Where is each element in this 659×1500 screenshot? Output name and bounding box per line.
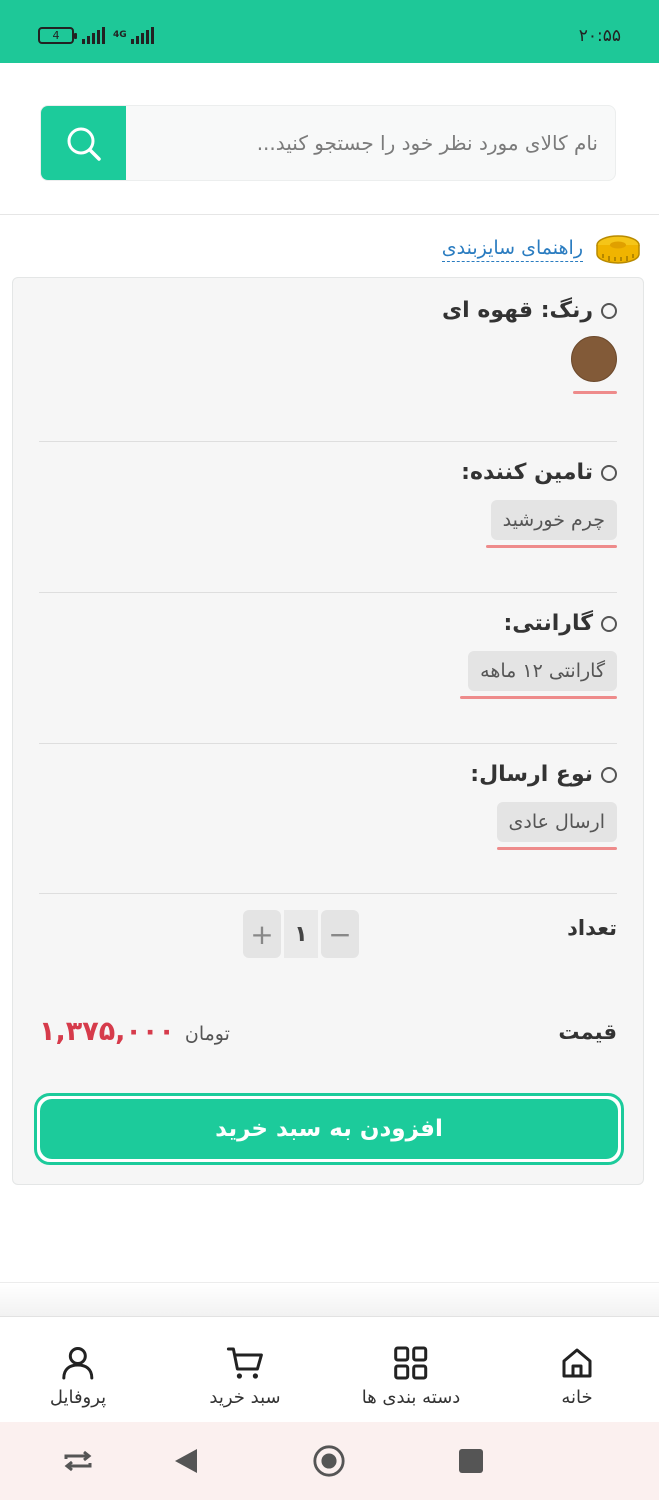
home-icon (562, 1348, 592, 1378)
price-label: قیمت (558, 1020, 617, 1044)
user-icon (62, 1347, 94, 1380)
add-to-cart-label: افزودن به سبد خرید (40, 1099, 618, 1159)
nav-label-categories: دسته بندی ها (361, 1387, 461, 1408)
shipping-selected-indicator (497, 847, 617, 850)
color-option-label: رنگ: قهوه ای (442, 298, 593, 323)
radio-icon (601, 615, 617, 632)
supplier-option-label: تامین کننده: (461, 460, 593, 485)
shipping-option-title: نوع ارسال: (470, 762, 617, 787)
size-guide-link[interactable]: راهنمای سایزبندی (441, 237, 583, 262)
bottom-nav: خانه دسته بندی ها سبد خرید پروفایل (0, 1316, 659, 1422)
measuring-tape-icon (596, 235, 640, 264)
product-options-card: رنگ: قهوه ای تامین کننده: چرم خورشید گار… (12, 277, 644, 1185)
network-type: 4G (113, 29, 127, 40)
quantity-label: تعداد (567, 916, 617, 940)
divider (39, 441, 617, 442)
nav-item-categories[interactable]: دسته بندی ها (361, 1345, 461, 1408)
battery-level: 4 (52, 28, 60, 42)
shipping-chip[interactable]: ارسال عادی (496, 802, 617, 842)
quantity-decrease-button[interactable]: − (321, 910, 359, 958)
radio-icon (601, 302, 617, 319)
warranty-option-title: گارانتی: (503, 611, 617, 636)
system-nav-bar (0, 1422, 659, 1500)
home-system-button[interactable] (312, 1444, 346, 1478)
color-selected-indicator (573, 391, 617, 394)
warranty-option-label: گارانتی: (503, 611, 593, 636)
nav-shadow (0, 1282, 659, 1316)
divider (39, 893, 617, 894)
supplier-option-title: تامین کننده: (461, 460, 617, 485)
supplier-chip[interactable]: چرم خورشید (490, 500, 617, 540)
recents-button[interactable] (454, 1444, 488, 1478)
search-icon (67, 127, 101, 161)
nav-item-cart[interactable]: سبد خرید (209, 1345, 281, 1408)
status-indicators: 4 4G (38, 26, 154, 44)
quantity-increase-button[interactable]: + (243, 910, 281, 958)
shipping-option-label: نوع ارسال: (470, 762, 593, 787)
cart-icon (226, 1347, 263, 1379)
signal-icon-2 (130, 26, 154, 44)
back-icon (175, 1449, 197, 1473)
nav-label-profile: پروفایل (49, 1387, 107, 1408)
warranty-chip[interactable]: گارانتی ۱۲ ماهه (468, 651, 617, 691)
quantity-stepper: + ۱ − (243, 910, 361, 958)
supplier-selected-indicator (486, 545, 617, 548)
search-input[interactable] (126, 106, 615, 180)
rotate-icon (64, 1450, 92, 1472)
status-bar: 4 4G ۲۰:۵۵ (0, 0, 659, 63)
radio-icon (601, 766, 617, 783)
color-option-title: رنگ: قهوه ای (442, 298, 617, 323)
recents-icon (459, 1449, 483, 1473)
divider (39, 592, 617, 593)
rotate-button[interactable] (61, 1444, 95, 1478)
home-circle-icon (313, 1445, 345, 1477)
grid-icon (394, 1346, 428, 1380)
nav-item-home[interactable]: خانه (559, 1345, 595, 1408)
search-bar (40, 105, 616, 181)
price: تومان ۱,۳۷۵,۰۰۰ (39, 1016, 230, 1047)
battery-icon: 4 (38, 26, 77, 44)
divider (39, 743, 617, 744)
warranty-selected-indicator (460, 696, 617, 699)
color-swatch-brown[interactable] (571, 336, 617, 382)
price-unit: تومان (184, 1023, 230, 1045)
price-value: ۱,۳۷۵,۰۰۰ (39, 1016, 175, 1047)
search-button[interactable] (41, 106, 126, 180)
nav-label-home: خانه (561, 1387, 593, 1408)
header-divider (0, 214, 659, 215)
back-button[interactable] (169, 1444, 203, 1478)
signal-icon (82, 26, 105, 44)
radio-icon (601, 464, 617, 481)
add-to-cart-button[interactable]: افزودن به سبد خرید (34, 1093, 624, 1165)
status-time: ۲۰:۵۵ (578, 26, 621, 46)
nav-item-profile[interactable]: پروفایل (50, 1345, 106, 1408)
size-guide[interactable]: راهنمای سایزبندی (441, 232, 641, 266)
nav-label-cart: سبد خرید (209, 1387, 281, 1408)
quantity-value: ۱ (284, 910, 318, 958)
